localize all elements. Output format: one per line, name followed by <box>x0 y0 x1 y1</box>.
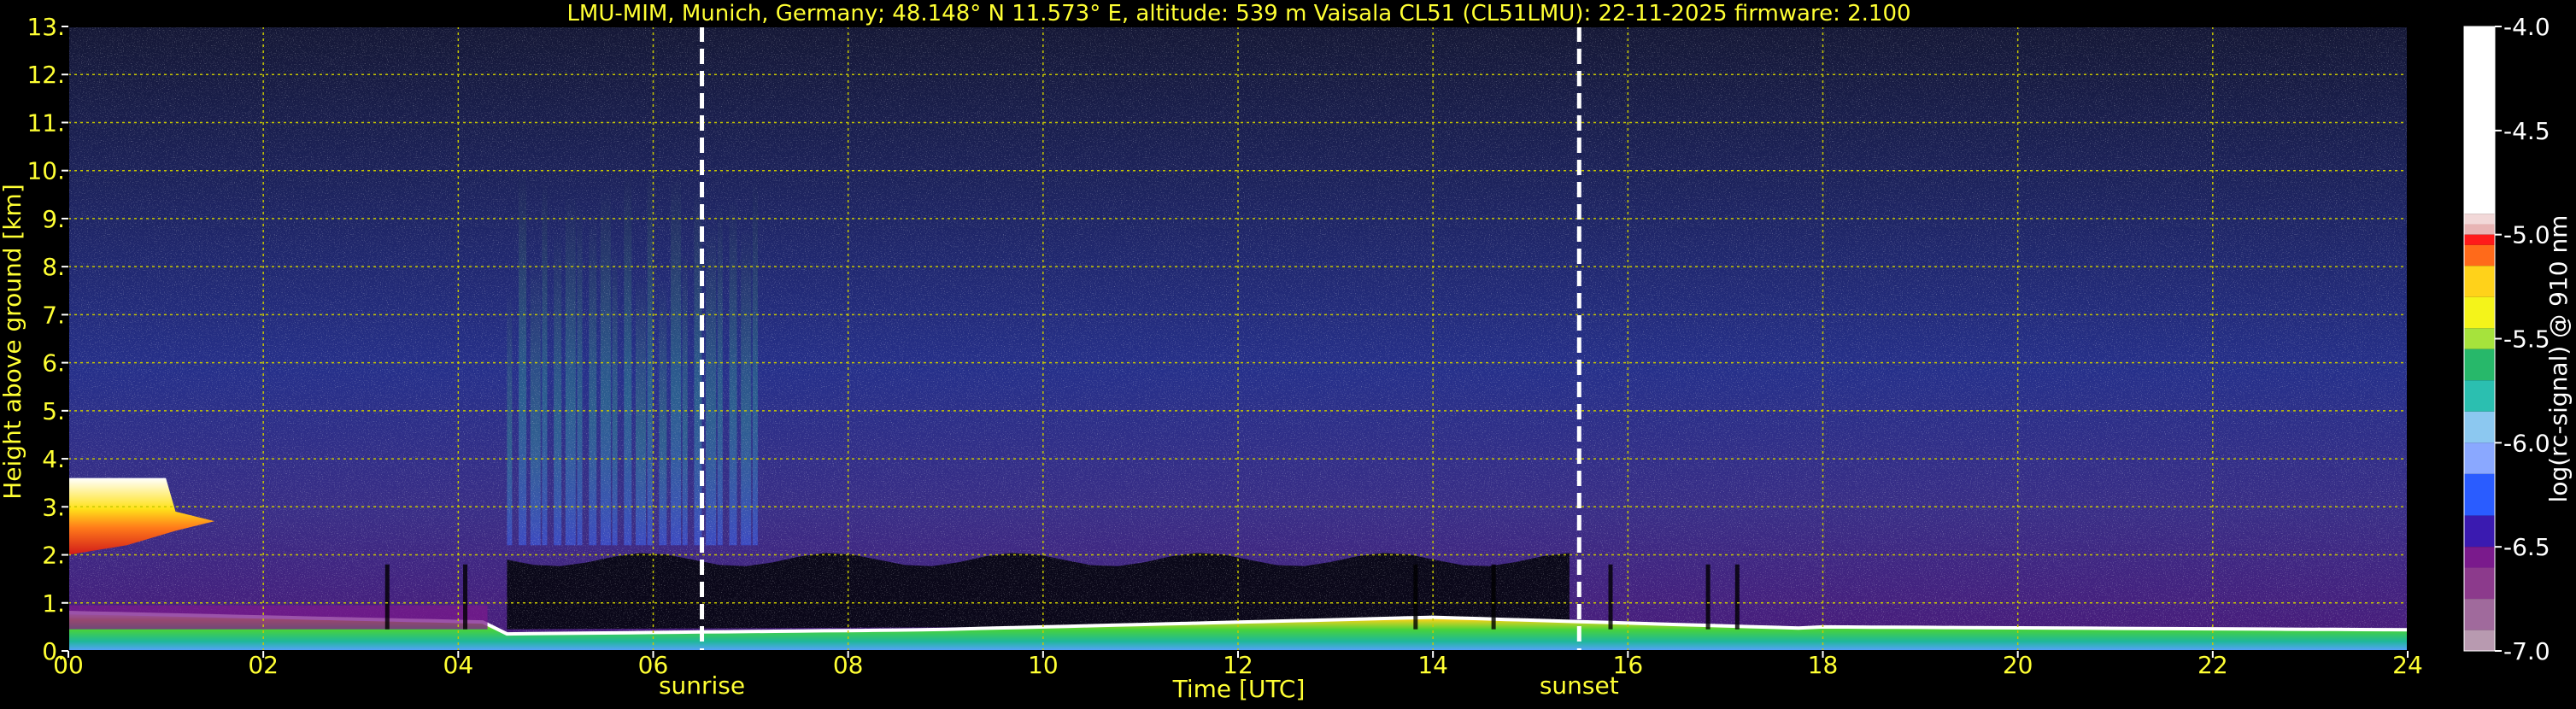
chart-title: LMU-MIM, Munich, Germany; 48.148° N 11.5… <box>566 1 1910 26</box>
night-residual-layer <box>68 605 488 630</box>
colorbar-segment <box>2464 244 2495 267</box>
colorbar-segment <box>2464 547 2495 568</box>
colorbar-tick-label: -6.5 <box>2503 533 2550 561</box>
x-tick-label: 02 <box>248 651 279 679</box>
colorbar-segment <box>2464 349 2495 381</box>
colorbar-tick-label: -4.0 <box>2503 13 2550 41</box>
colorbar-tick-label: -5.0 <box>2503 221 2550 249</box>
y-tick-label: 12. <box>26 61 65 89</box>
marker-label-sunrise: sunrise <box>659 671 745 700</box>
x-tick-label: 06 <box>638 651 669 679</box>
ceilometer-chart: sunrise sunset 00 02 04 06 08 10 12 14 16 18 20 22 24… <box>0 0 2576 706</box>
colorbar-segment <box>2464 214 2495 225</box>
ceilometer-svg: sunrise sunset 00 02 04 06 08 10 12 14 16 18 20 22 24… <box>0 1 2573 703</box>
colorbar: -4.0 -4.5 -5.0 -5.5 -6.0 -6.5 -7.0 <box>2463 13 2550 665</box>
signal-streak <box>1705 564 1710 630</box>
colorbar-segment <box>2464 266 2495 297</box>
y-tick-label: 10. <box>26 157 65 185</box>
x-tick-label: 20 <box>2003 651 2033 679</box>
y-tick-label: 1. <box>42 589 65 618</box>
y-tick-label: 8. <box>42 253 65 281</box>
x-tick-label: 18 <box>1808 651 1839 679</box>
x-tick-label: 14 <box>1417 651 1448 679</box>
x-tick-label: 04 <box>443 651 474 679</box>
y-tick-label: 0. <box>42 637 65 665</box>
x-tick-label: 22 <box>2198 651 2228 679</box>
marker-label-sunset: sunset <box>1540 671 1619 700</box>
colorbar-segment <box>2464 328 2495 349</box>
y-tick-label: 9. <box>42 205 65 233</box>
signal-streak <box>1491 564 1496 630</box>
colorbar-segment <box>2464 411 2495 443</box>
colorbar-segment <box>2464 567 2495 600</box>
y-tick-label: 3. <box>42 493 65 521</box>
x-axis-label: Time [UTC] <box>1172 675 1306 703</box>
y-axis-label: Height above ground [km] <box>0 184 26 500</box>
colorbar-tick-label: -5.5 <box>2503 325 2550 354</box>
x-tick-label: 08 <box>833 651 864 679</box>
colorbar-segment <box>2464 599 2495 630</box>
colorbar-segment <box>2464 234 2495 245</box>
y-tick-label: 11. <box>26 108 65 137</box>
colorbar-label: log(rc-signal) @ 910 nm <box>2544 215 2573 503</box>
y-tick-label: 2. <box>42 542 65 570</box>
y-tick-label: 7. <box>42 301 65 329</box>
colorbar-segment <box>2464 515 2495 548</box>
colorbar-segment <box>2464 224 2495 235</box>
x-tick-label: 24 <box>2392 651 2423 679</box>
colorbar-segment <box>2464 296 2495 329</box>
y-tick-label: 13. <box>26 13 65 41</box>
y-tick-label: 5. <box>42 397 65 425</box>
signal-streak <box>463 564 468 630</box>
colorbar-tick-label: -7.0 <box>2503 637 2550 665</box>
colorbar-segment <box>2464 473 2495 516</box>
signal-streak <box>1413 564 1418 630</box>
signal-streak <box>384 564 390 630</box>
colorbar-segment <box>2464 442 2495 474</box>
signal-streak <box>1608 564 1613 630</box>
x-tick-label: 16 <box>1613 651 1644 679</box>
x-tick-label: 10 <box>1028 651 1059 679</box>
colorbar-segment <box>2464 380 2495 412</box>
colorbar-tick-label: -6.0 <box>2503 429 2550 457</box>
colorbar-tick-label: -4.5 <box>2503 117 2550 145</box>
y-tick-label: 4. <box>42 445 65 473</box>
signal-streak <box>1734 564 1740 630</box>
colorbar-segment <box>2464 630 2495 651</box>
colorbar-segment <box>2464 26 2495 214</box>
y-tick-label: 6. <box>42 349 65 378</box>
